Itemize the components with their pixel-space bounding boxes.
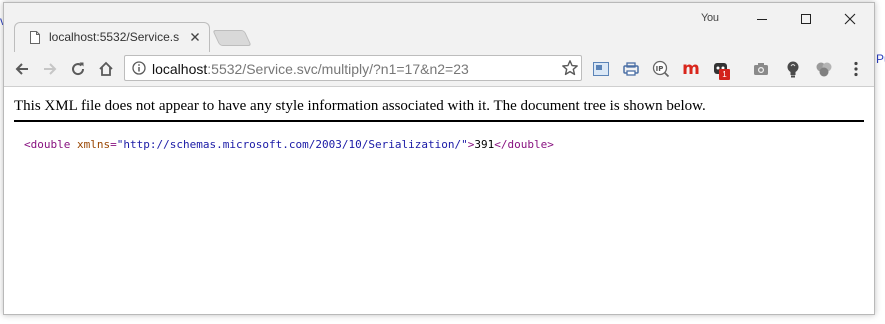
m-label: m: [682, 59, 700, 79]
tab-active[interactable]: localhost:5532/Service.svc: [14, 22, 210, 52]
xml-value: 391: [474, 138, 495, 151]
info-icon[interactable]: [132, 61, 146, 75]
home-button[interactable]: [95, 58, 117, 80]
minimize-button[interactable]: [739, 8, 785, 30]
ext-2-icon[interactable]: [621, 59, 641, 79]
url-path: :5532/Service.svc/multiply/?n1=17&n2=23: [207, 61, 469, 77]
back-button[interactable]: [11, 58, 33, 80]
extension-badge: 1: [719, 69, 730, 80]
tab-title: localhost:5532/Service.svc: [49, 30, 179, 44]
url-host: localhost: [152, 61, 208, 77]
xml-style-notice: This XML file does not appear to have an…: [14, 98, 864, 122]
reload-button[interactable]: [67, 58, 89, 80]
new-tab-button[interactable]: [212, 30, 252, 46]
minimize-icon: [757, 19, 767, 20]
background-text: Pu: [876, 52, 885, 66]
xml-attribute-name: xmlns: [76, 138, 111, 151]
close-icon: [844, 13, 856, 25]
tab-close-icon[interactable]: [188, 30, 202, 44]
ip-icon[interactable]: IP: [651, 59, 671, 79]
maximize-icon: [801, 14, 811, 24]
bookmark-star-icon[interactable]: [561, 59, 579, 77]
ext-1-icon[interactable]: [591, 59, 611, 79]
browser-window: localhost:5532/Service.svc You localhost…: [3, 2, 875, 315]
page-icon: [30, 31, 40, 44]
ext-8-icon[interactable]: [814, 59, 834, 79]
url-text: localhost:5532/Service.svc/multiply/?n1=…: [152, 61, 469, 77]
xml-close-tag: </double>: [494, 138, 554, 151]
close-button[interactable]: [827, 8, 873, 30]
xml-open-tag: <double: [24, 138, 71, 151]
menu-dots-icon[interactable]: [846, 59, 866, 79]
profile-name[interactable]: You: [701, 12, 719, 24]
page-content: This XML file does not appear to have an…: [4, 88, 874, 314]
title-bar: localhost:5532/Service.svc You: [4, 3, 874, 52]
xml-equals: =: [110, 138, 117, 151]
maximize-button[interactable]: [783, 8, 829, 30]
svg-text:IP: IP: [656, 65, 664, 73]
xml-attribute-value: "http://schemas.microsoft.com/2003/10/Se…: [116, 138, 468, 151]
toolbar: localhost:5532/Service.svc/multiply/?n1=…: [4, 51, 874, 87]
address-bar[interactable]: localhost:5532/Service.svc/multiply/?n1=…: [124, 55, 582, 81]
xml-document-line: <double xmlns="http://schemas.microsoft.…: [24, 138, 554, 151]
back-icon: [15, 63, 28, 75]
home-icon: [99, 61, 113, 76]
camera-icon[interactable]: [751, 59, 771, 79]
m-icon[interactable]: m: [681, 59, 701, 79]
forward-button[interactable]: [39, 58, 61, 80]
forward-icon: [44, 63, 57, 75]
reload-icon: [72, 62, 85, 76]
ext-badge-icon[interactable]: 1: [711, 59, 731, 80]
bulb-icon[interactable]: [783, 59, 803, 79]
